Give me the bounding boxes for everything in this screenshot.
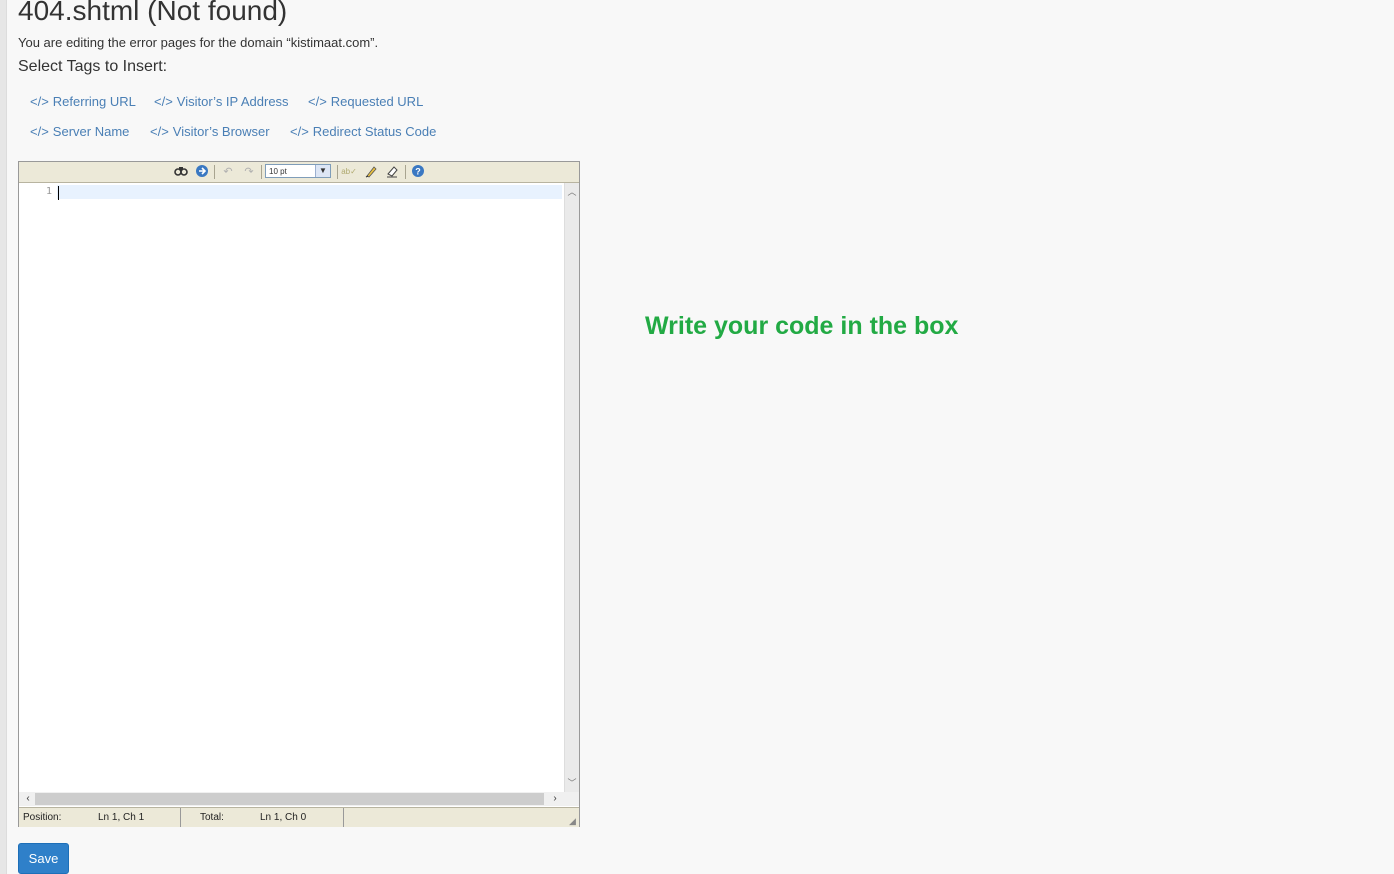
tag-label: Referring URL <box>52 94 136 109</box>
instruction-annotation: Write your code in the box <box>645 312 959 340</box>
code-icon: </> <box>154 94 173 109</box>
highlight-icon[interactable] <box>363 164 379 180</box>
toolbar-separator <box>405 165 406 179</box>
redo-icon[interactable]: ↷ <box>241 164 257 180</box>
editor-statusbar: Position: Ln 1, Ch 1 Total: Ln 1, Ch 0 ◢ <box>19 807 579 827</box>
tag-label: Visitor’s Browser <box>172 124 270 139</box>
horizontal-scroll-thumb[interactable] <box>35 793 544 805</box>
tag-label: Visitor’s IP Address <box>176 94 289 109</box>
spellcheck-icon[interactable]: ab✓ <box>341 164 357 180</box>
code-icon: </> <box>150 124 169 139</box>
tag-label: Server Name <box>52 124 130 139</box>
tag-referring-url[interactable]: </> Referring URL <box>30 94 136 109</box>
scroll-right-icon[interactable]: › <box>548 792 562 806</box>
scroll-down-icon[interactable]: ﹀ <box>565 776 579 790</box>
code-icon: </> <box>308 94 327 109</box>
tag-label: Redirect Status Code <box>312 124 437 139</box>
status-divider <box>180 808 181 827</box>
position-value: Ln 1, Ch 1 <box>98 812 145 823</box>
editor-toolbar: ↶ ↷ 10 pt ▼ ab✓ ? <box>19 162 579 183</box>
code-icon: </> <box>30 124 49 139</box>
code-icon: </> <box>290 124 309 139</box>
page-description: You are editing the error pages for the … <box>18 35 379 50</box>
help-icon[interactable]: ? <box>410 164 426 180</box>
code-icon: </> <box>30 94 49 109</box>
tag-server-name[interactable]: </> Server Name <box>30 124 129 139</box>
toolbar-separator <box>214 165 215 179</box>
tag-visitor-browser[interactable]: </> Visitor’s Browser <box>150 124 270 139</box>
code-editor: ↶ ↷ 10 pt ▼ ab✓ ? 1 ︿ ﹀ ‹ › Position: Ln… <box>18 161 580 827</box>
toolbar-separator <box>261 165 262 179</box>
scroll-left-icon[interactable]: ‹ <box>21 792 35 806</box>
save-button[interactable]: Save <box>18 843 69 874</box>
page-title: 404.shtml (Not found) <box>18 0 288 26</box>
tag-requested-url[interactable]: </> Requested URL <box>308 94 423 109</box>
total-label: Total: <box>200 812 224 823</box>
horizontal-scrollbar[interactable]: ‹ › <box>19 792 579 806</box>
tag-redirect-status-code[interactable]: </> Redirect Status Code <box>290 124 436 139</box>
tag-visitor-ip-address[interactable]: </> Visitor’s IP Address <box>154 94 289 109</box>
position-label: Position: <box>23 812 62 823</box>
toolbar-separator <box>337 165 338 179</box>
undo-icon[interactable]: ↶ <box>220 164 236 180</box>
total-value: Ln 1, Ch 0 <box>260 812 307 823</box>
code-textarea[interactable] <box>57 183 562 792</box>
reset-icon[interactable] <box>384 164 400 180</box>
resize-grip-icon[interactable]: ◢ <box>569 817 578 826</box>
active-line-highlight <box>57 185 562 199</box>
font-size-select[interactable]: 10 pt ▼ <box>265 164 331 178</box>
chevron-down-icon: ▼ <box>315 165 330 177</box>
font-size-value: 10 pt <box>269 167 287 176</box>
scroll-up-icon[interactable]: ︿ <box>565 185 579 199</box>
svg-text:?: ? <box>415 167 421 177</box>
tag-label: Requested URL <box>330 94 424 109</box>
status-divider <box>343 808 344 827</box>
goto-line-icon[interactable] <box>194 164 210 180</box>
line-number: 1 <box>45 186 52 197</box>
tags-heading: Select Tags to Insert: <box>18 58 168 75</box>
vertical-scrollbar[interactable]: ︿ ﹀ <box>564 183 579 792</box>
text-caret <box>58 186 59 200</box>
search-icon[interactable] <box>173 164 189 180</box>
left-rail <box>0 0 7 874</box>
line-number-gutter: 1 <box>19 183 57 792</box>
